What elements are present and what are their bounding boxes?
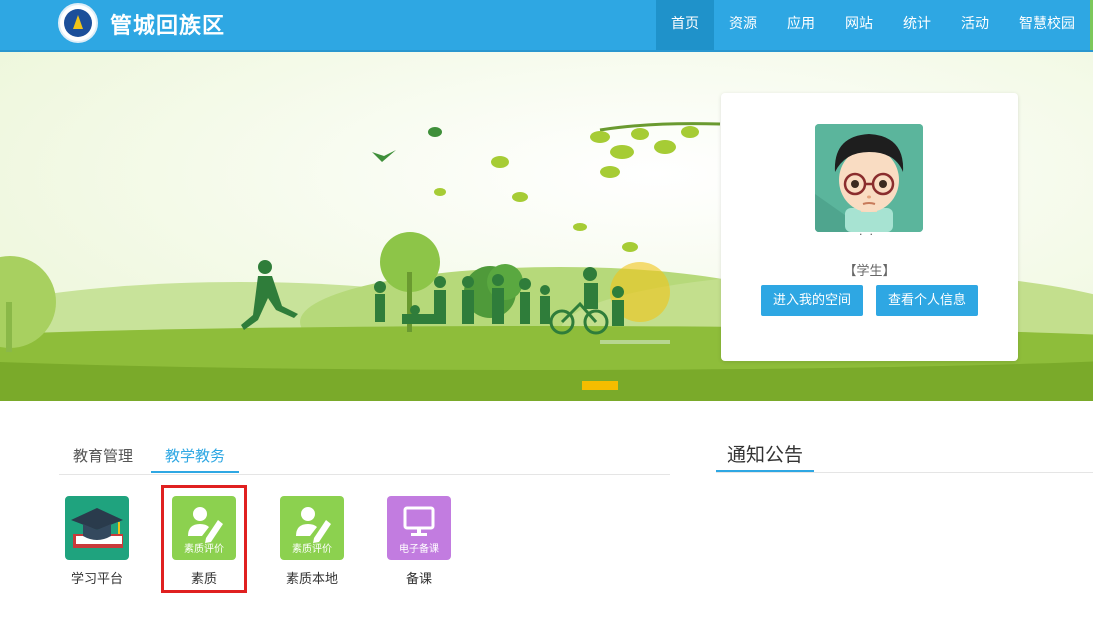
- nav-item-websites[interactable]: 网站: [830, 0, 888, 50]
- tab-teaching-affairs[interactable]: 教学教务: [151, 440, 240, 473]
- nav-item-statistics[interactable]: 统计: [888, 0, 946, 50]
- user-avatar[interactable]: [815, 124, 923, 232]
- nav-item-home[interactable]: 首页: [656, 0, 714, 50]
- app-lesson-prep[interactable]: 电子备课: [387, 496, 451, 560]
- nav-item-resources[interactable]: 资源: [714, 0, 772, 50]
- module-tabs: 教育管理 教学教务: [59, 440, 670, 475]
- profile-card: ‘·’ · ‘’ 【学生】 进入我的空间 查看个人信息: [721, 93, 1018, 361]
- notice-header: 通知公告: [716, 440, 1093, 473]
- tab-education-management[interactable]: 教育管理: [73, 440, 133, 473]
- app-label-learning-platform[interactable]: 学习平台: [52, 568, 142, 587]
- highlight-box: [161, 485, 247, 593]
- carousel-indicator[interactable]: [582, 381, 618, 390]
- nav-item-smart-campus[interactable]: 智慧校园: [1004, 0, 1090, 50]
- notice-title[interactable]: 通知公告: [716, 440, 815, 472]
- site-title[interactable]: 管城回族区: [110, 8, 225, 40]
- view-personal-info-button[interactable]: 查看个人信息: [876, 285, 978, 316]
- user-role: 【学生】: [843, 264, 896, 279]
- graduation-cap-book-icon: [71, 508, 123, 548]
- district-logo-icon[interactable]: [58, 3, 98, 43]
- top-header: 管城回族区 首页 资源 应用 网站 统计 活动 智慧校园: [0, 0, 1093, 52]
- app-sub-label: 电子备课: [399, 544, 439, 555]
- nav-item-activities[interactable]: 活动: [946, 0, 1004, 50]
- app-label-quality-local[interactable]: 素质本地: [267, 568, 357, 587]
- app-label-lesson-prep[interactable]: 备课: [374, 568, 464, 587]
- main-nav: 首页 资源 应用 网站 统计 活动 智慧校园: [656, 0, 1093, 50]
- app-learning-platform[interactable]: [65, 496, 129, 560]
- enter-my-space-button[interactable]: 进入我的空间: [761, 285, 863, 316]
- app-sub-label: 素质评价: [292, 544, 332, 555]
- nav-item-apps[interactable]: 应用: [772, 0, 830, 50]
- avatar-boy-icon: [815, 124, 923, 232]
- user-name: ‘·’ · ‘’: [855, 233, 884, 241]
- app-quality-local[interactable]: 素质评价: [280, 496, 344, 560]
